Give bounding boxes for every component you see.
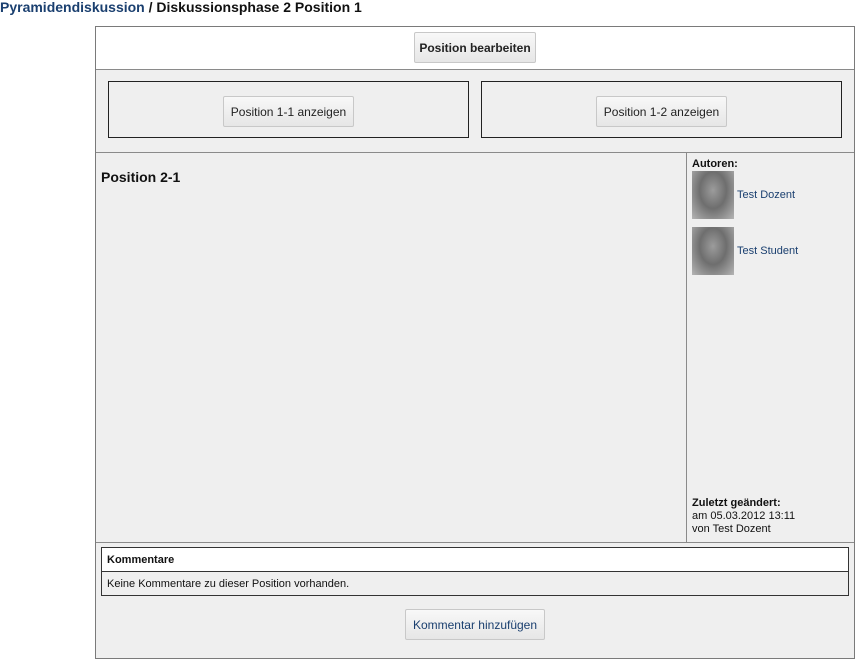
avatar[interactable] bbox=[692, 227, 734, 275]
comments-heading: Kommentare bbox=[102, 548, 848, 572]
authors-heading: Autoren: bbox=[692, 158, 738, 170]
position-1-2-box: Position 1-2 anzeigen bbox=[481, 81, 842, 138]
author-link-test-student[interactable]: Test Student bbox=[737, 245, 798, 257]
page-title: Diskussionsphase 2 Position 1 bbox=[156, 0, 362, 15]
author-item: Test Dozent bbox=[692, 171, 852, 219]
last-changed-date: am 05.03.2012 13:11 bbox=[692, 510, 796, 522]
position-sidebar: Autoren: Test Dozent Test Student Zuletz… bbox=[692, 153, 852, 542]
show-position-1-1-button[interactable]: Position 1-1 anzeigen bbox=[223, 96, 354, 127]
position-title: Position 2-1 bbox=[101, 169, 181, 185]
position-content: Position 2-1 bbox=[96, 153, 687, 542]
add-comment-button[interactable]: Kommentar hinzufügen bbox=[405, 609, 545, 640]
position-frame: Position bearbeiten Position 1-1 anzeige… bbox=[95, 26, 855, 659]
show-position-1-2-button[interactable]: Position 1-2 anzeigen bbox=[596, 96, 727, 127]
breadcrumb: Pyramidendiskussion / Diskussionsphase 2… bbox=[0, 0, 362, 15]
comments-table: Kommentare Keine Kommentare zu dieser Po… bbox=[101, 547, 849, 596]
author-link-test-dozent[interactable]: Test Dozent bbox=[737, 189, 795, 201]
last-changed-heading: Zuletzt geändert: bbox=[692, 497, 781, 509]
edit-position-button[interactable]: Position bearbeiten bbox=[414, 32, 536, 63]
position-main: Position 2-1 Autoren: Test Dozent Test S… bbox=[96, 153, 854, 543]
toolbar: Position bearbeiten bbox=[96, 27, 854, 70]
avatar[interactable] bbox=[692, 171, 734, 219]
previous-positions-row: Position 1-1 anzeigen Position 1-2 anzei… bbox=[96, 70, 854, 153]
comments-section: Kommentare Keine Kommentare zu dieser Po… bbox=[96, 543, 854, 658]
author-item: Test Student bbox=[692, 227, 852, 275]
comments-empty-message: Keine Kommentare zu dieser Position vorh… bbox=[102, 572, 848, 595]
breadcrumb-link-pyramidendiskussion[interactable]: Pyramidendiskussion bbox=[0, 0, 145, 15]
last-changed-by: von Test Dozent bbox=[692, 523, 771, 535]
breadcrumb-separator: / bbox=[144, 0, 157, 15]
position-1-1-box: Position 1-1 anzeigen bbox=[108, 81, 469, 138]
